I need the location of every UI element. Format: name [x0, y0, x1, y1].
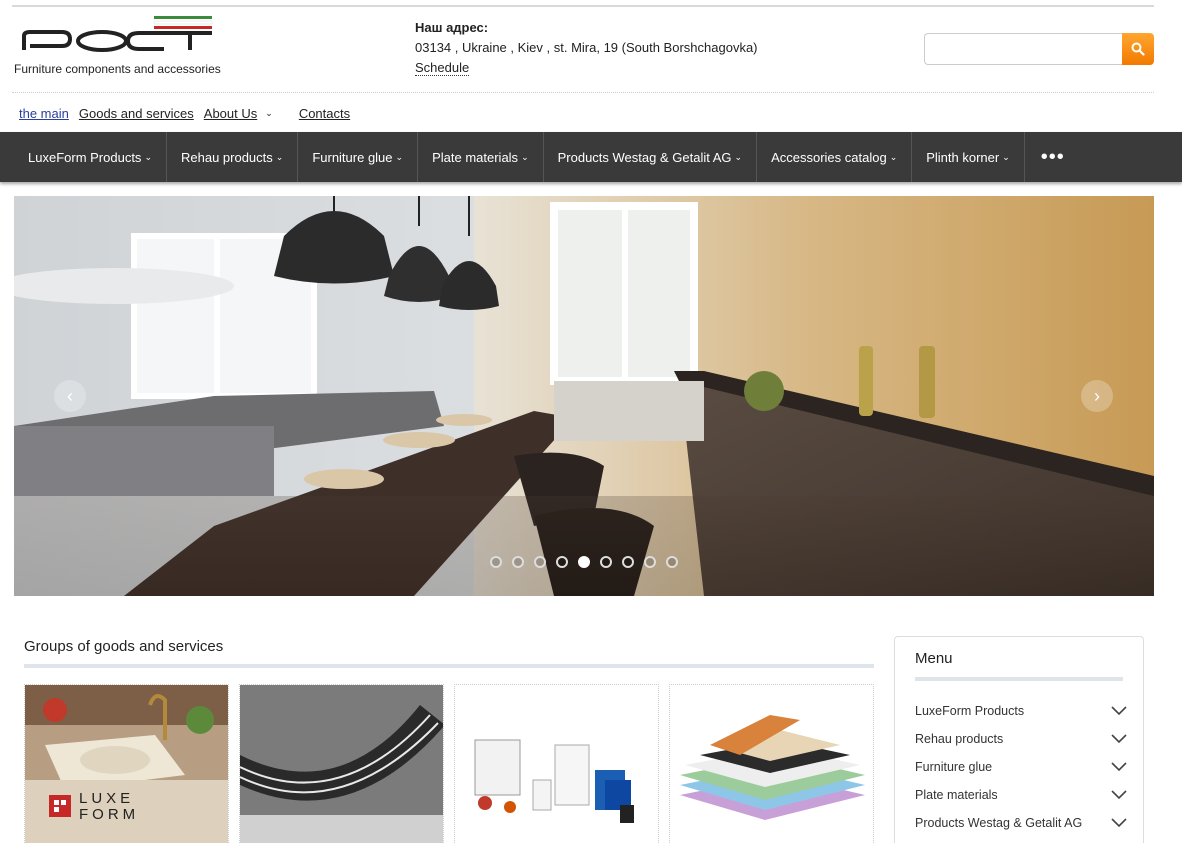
chevron-down-icon[interactable]: [1111, 818, 1127, 828]
sidebar-item-label: Products Westag & Getalit AG: [915, 816, 1083, 830]
sidebar-item-label: Furniture glue: [915, 760, 993, 774]
nav-item-luxeform[interactable]: LuxeForm Products ⌄: [0, 132, 167, 182]
hero-image: [14, 196, 1154, 596]
chevron-down-icon[interactable]: [1111, 706, 1127, 716]
slider-dot[interactable]: [644, 556, 656, 568]
chevron-down-icon[interactable]: [1111, 790, 1127, 800]
chevron-down-icon: ⌄: [1002, 151, 1010, 162]
group-card-luxeform[interactable]: LUXE FORM: [24, 684, 229, 843]
nav-item-label: Plinth korner: [926, 149, 1000, 165]
nav-item-accessories[interactable]: Accessories catalog ⌄: [757, 132, 913, 182]
tagline: Furniture components and accessories: [14, 62, 221, 76]
top-links: the main Goods and services About Us ⌄ C…: [19, 106, 350, 121]
slider-dot[interactable]: [490, 556, 502, 568]
sidebar-item-label: Rehau products: [915, 732, 1004, 746]
logo-graphic: [22, 16, 213, 52]
group-card-rehau[interactable]: [239, 684, 444, 843]
sidebar-item-westag[interactable]: Products Westag & Getalit AG: [915, 813, 1127, 833]
hero-slider: [14, 196, 1154, 596]
sidebar-menu: Menu LuxeForm Products Rehau products Fu…: [894, 636, 1144, 843]
rehau-edge-image: [240, 685, 443, 843]
nav-item-furniture-glue[interactable]: Furniture glue ⌄: [298, 132, 419, 182]
slider-dot[interactable]: [512, 556, 524, 568]
nav-item-rehau[interactable]: Rehau products ⌄: [167, 132, 299, 182]
schedule-link[interactable]: Schedule: [415, 60, 470, 76]
nav-item-label: Plate materials: [432, 149, 519, 165]
nav-item-westag[interactable]: Products Westag & Getalit AG ⌄: [544, 132, 758, 182]
luxeform-logo-text: LUXE: [79, 790, 134, 807]
chevron-down-icon[interactable]: [1111, 762, 1127, 772]
chevron-down-icon[interactable]: [1111, 734, 1127, 744]
sidebar-item-furniture-glue[interactable]: Furniture glue: [915, 757, 1127, 777]
nav-item-plinth[interactable]: Plinth korner ⌄: [912, 132, 1025, 182]
nav-item-label: Products Westag & Getalit AG: [557, 149, 732, 165]
slider-next-button[interactable]: ›: [1081, 380, 1113, 412]
link-about-us[interactable]: About Us: [204, 106, 257, 121]
slider-dot[interactable]: [666, 556, 678, 568]
header-divider: [12, 92, 1154, 93]
nav-item-label: Furniture glue: [312, 149, 393, 165]
slider-dots: [490, 556, 678, 568]
sidebar-item-plate-materials[interactable]: Plate materials: [915, 785, 1127, 805]
address-label: Наш адрес:: [415, 20, 489, 35]
slider-prev-button[interactable]: ‹: [54, 380, 86, 412]
sidebar-item-label: LuxeForm Products: [915, 704, 1025, 718]
luxeform-logo-text-2: FORM: [79, 806, 139, 823]
search-input[interactable]: [924, 33, 1124, 65]
slider-dot[interactable]: [600, 556, 612, 568]
groups-title: Groups of goods and services: [24, 638, 224, 655]
sidebar-title: Menu: [915, 650, 953, 667]
chevron-down-icon: ⌄: [144, 151, 152, 162]
nav-item-label: Accessories catalog: [771, 149, 887, 165]
main-nav: LuxeForm Products ⌄ Rehau products ⌄ Furni…: [0, 132, 1182, 182]
chevron-down-icon: ⌄: [395, 151, 404, 162]
slider-dot[interactable]: [534, 556, 546, 568]
plate-materials-image: [670, 685, 873, 843]
link-contacts[interactable]: Contacts: [299, 106, 350, 121]
group-card-furniture-glue[interactable]: [454, 684, 659, 843]
search-icon: [1131, 42, 1145, 56]
more-menu-icon[interactable]: •••: [1025, 132, 1081, 182]
chevron-down-icon: ⌄: [734, 151, 743, 162]
luxeform-image: LUXE FORM: [25, 685, 228, 843]
chevron-down-icon[interactable]: ⌄: [265, 108, 273, 119]
nav-item-label: LuxeForm Products: [28, 149, 142, 165]
top-rule: [12, 5, 1154, 7]
sidebar-item-label: Plate materials: [915, 788, 998, 802]
search-box: [924, 33, 1154, 65]
address-block: Наш адрес: 03134 , Ukraine , Kiev , st. …: [415, 18, 758, 78]
slider-dot[interactable]: [556, 556, 568, 568]
chevron-down-icon: ⌄: [275, 151, 284, 162]
nav-item-label: Rehau products: [180, 149, 273, 165]
chevron-down-icon: ⌄: [889, 151, 898, 162]
nav-item-plate-materials[interactable]: Plate materials ⌄: [418, 132, 544, 182]
sidebar-rule: [915, 677, 1123, 681]
group-card-plate-materials[interactable]: [669, 684, 874, 843]
address-text: 03134 , Ukraine , Kiev , st. Mira, 19 (S…: [415, 40, 758, 55]
sidebar-item-rehau[interactable]: Rehau products: [915, 729, 1127, 749]
slider-dot[interactable]: [622, 556, 634, 568]
groups-rule: [24, 664, 874, 668]
furniture-glue-image: [455, 685, 658, 843]
link-goods-and-services[interactable]: Goods and services: [79, 106, 194, 121]
link-the-main[interactable]: the main: [19, 106, 69, 121]
slider-dot-active[interactable]: [578, 556, 590, 568]
sidebar-item-luxeform[interactable]: LuxeForm Products: [915, 701, 1127, 721]
chevron-down-icon: ⌄: [521, 151, 529, 162]
search-button[interactable]: [1122, 33, 1154, 65]
